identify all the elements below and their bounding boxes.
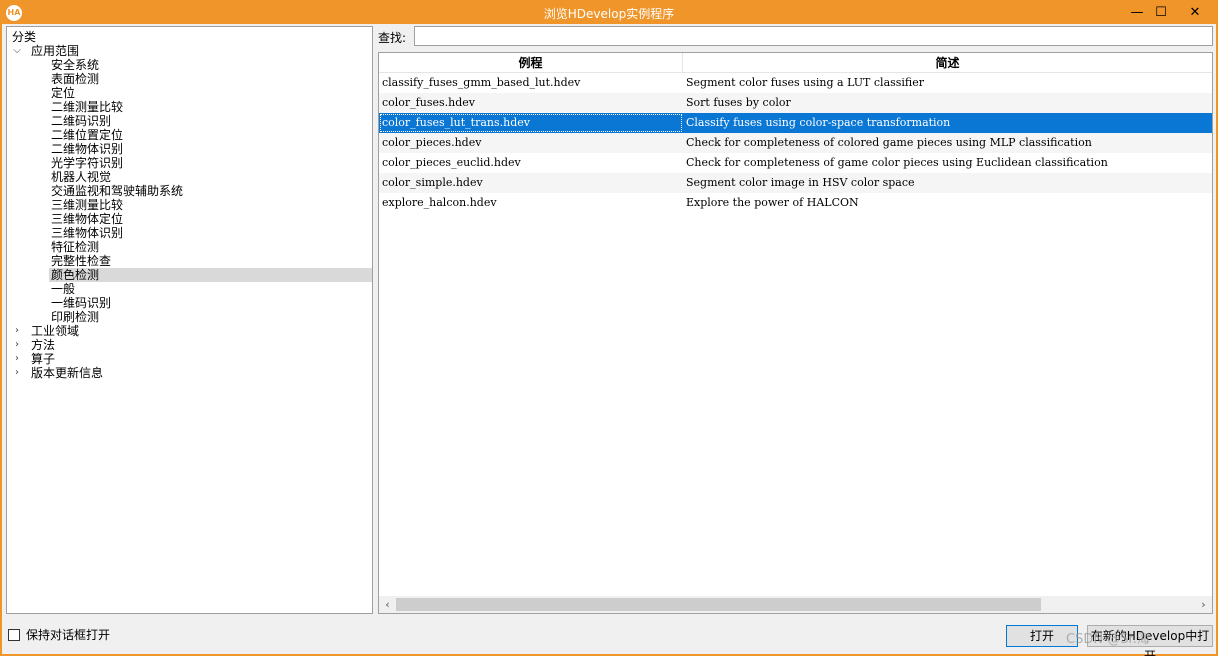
chevron-right-icon[interactable]: ›	[12, 338, 22, 352]
table-row[interactable]: color_fuses_lut_trans.hdev Classify fuses…	[379, 113, 1212, 133]
tree-node[interactable]: › 算子	[12, 352, 372, 366]
table-row[interactable]: classify_fuses_gmm_based_lut.hdev Segment…	[379, 73, 1212, 93]
example-description: Check for completeness of colored game p…	[686, 136, 1092, 149]
tree-item[interactable]: 颜色检测	[49, 268, 372, 282]
tree-item-label: 二维位置定位	[51, 128, 124, 142]
search-label: 查找:	[378, 31, 407, 45]
category-tree[interactable]: 分类 ⌵ 应用范围 安全系统 表面检测 定位 二维测量比较 二维码识别 二维位置定位 二维物…	[6, 26, 373, 614]
scroll-left-icon[interactable]: ‹	[379, 596, 396, 613]
example-description: Explore the power of HALCON	[686, 196, 859, 209]
example-description: Classify fuses using color-space transfo…	[686, 116, 951, 129]
tree-item-label: 二维测量比较	[51, 100, 124, 114]
keep-open-label: 保持对话框打开	[26, 628, 111, 642]
example-file-name: color_pieces.hdev	[382, 136, 482, 149]
tree-item[interactable]: 三维物体定位	[49, 212, 372, 226]
tree-item-label: 三维物体识别	[51, 226, 124, 240]
tree-item-label: 特征检测	[51, 240, 100, 254]
tree-node[interactable]: › 方法	[12, 338, 372, 352]
example-description: Segment color image in HSV color space	[686, 176, 915, 189]
tree-node[interactable]: › 版本更新信息	[12, 366, 372, 380]
tree-item[interactable]: 完整性检查	[49, 254, 372, 268]
window-title: 浏览HDevelop实例程序	[543, 7, 675, 21]
tree-node-label: 方法	[31, 338, 56, 352]
chevron-right-icon[interactable]: ›	[12, 324, 22, 338]
example-file-name: explore_halcon.hdev	[382, 196, 497, 209]
table-row[interactable]: color_simple.hdev Segment color image in …	[379, 173, 1212, 193]
table-row[interactable]: color_fuses.hdev Sort fuses by color	[379, 93, 1212, 113]
example-description: Check for completeness of game color pie…	[686, 156, 1108, 169]
chevron-down-icon[interactable]: ⌵	[12, 44, 22, 58]
tree-item-label: 一般	[51, 282, 76, 296]
scroll-right-icon[interactable]: ›	[1195, 596, 1212, 613]
tree-item[interactable]: 机器人视觉	[49, 170, 372, 184]
tree-item[interactable]: 二维测量比较	[49, 100, 372, 114]
tree-node[interactable]: › 工业领域	[12, 324, 372, 338]
tree-item-label: 二维物体识别	[51, 142, 124, 156]
tree-item-label: 表面检测	[51, 72, 100, 86]
tree-item[interactable]: 一维码识别	[49, 296, 372, 310]
table-row[interactable]: explore_halcon.hdev Explore the power of …	[379, 193, 1212, 213]
tree-item-label: 三维物体定位	[51, 212, 124, 226]
tree-item[interactable]: 定位	[49, 86, 372, 100]
tree-item-label: 完整性检查	[51, 254, 112, 268]
keep-open-checkbox[interactable]	[8, 629, 20, 641]
tree-node-label: 版本更新信息	[31, 366, 104, 380]
example-file-name: color_fuses_lut_trans.hdev	[379, 113, 683, 133]
tree-node-label: 应用范围	[31, 44, 80, 58]
chevron-right-icon[interactable]: ›	[12, 366, 22, 380]
tree-item-label: 安全系统	[51, 58, 100, 72]
tree-node-label: 算子	[31, 352, 56, 366]
tree-item[interactable]: 三维测量比较	[49, 198, 372, 212]
tree-item[interactable]: 二维位置定位	[49, 128, 372, 142]
maximize-button[interactable]: ☐	[1148, 2, 1174, 24]
tree-item[interactable]: 特征检测	[49, 240, 372, 254]
scrollbar-thumb[interactable]	[396, 598, 1041, 611]
tree-item[interactable]: 光学字符识别	[49, 156, 372, 170]
tree-item[interactable]: 二维码识别	[49, 114, 372, 128]
table-header: 例程 简述	[379, 53, 1212, 73]
tree-node-label: 工业领域	[31, 324, 80, 338]
example-file-name: color_simple.hdev	[382, 176, 483, 189]
minimize-button[interactable]: —	[1124, 2, 1150, 24]
tree-item-label: 三维测量比较	[51, 198, 124, 212]
tree-item-label: 颜色检测	[51, 268, 100, 282]
examples-table[interactable]: 例程 简述 classify_fuses_gmm_based_lut.hdev S…	[378, 52, 1213, 614]
search-input[interactable]	[414, 26, 1213, 46]
tree-item-label: 印刷检测	[51, 310, 100, 324]
example-description: Segment color fuses using a LUT classifi…	[686, 76, 925, 89]
tree-item[interactable]: 三维物体识别	[49, 226, 372, 240]
example-file-name: color_fuses.hdev	[382, 96, 475, 109]
example-file-name: classify_fuses_gmm_based_lut.hdev	[382, 76, 581, 89]
table-row[interactable]: color_pieces.hdev Check for completeness …	[379, 133, 1212, 153]
tree-item[interactable]: 交通监视和驾驶辅助系统	[49, 184, 372, 198]
table-row[interactable]: color_pieces_euclid.hdev Check for comple…	[379, 153, 1212, 173]
tree-item-label: 二维码识别	[51, 114, 112, 128]
close-button[interactable]: ✕	[1182, 2, 1208, 24]
tree-item[interactable]: 印刷检测	[49, 310, 372, 324]
column-header-example[interactable]: 例程	[379, 53, 683, 73]
tree-item-label: 一维码识别	[51, 296, 112, 310]
chevron-right-icon[interactable]: ›	[12, 352, 22, 366]
horizontal-scrollbar[interactable]: ‹ ›	[379, 596, 1212, 613]
column-header-description[interactable]: 简述	[683, 53, 1212, 73]
example-file-name: color_pieces_euclid.hdev	[382, 156, 521, 169]
tree-item-label: 机器人视觉	[51, 170, 112, 184]
tree-item-label: 光学字符识别	[51, 156, 124, 170]
title-bar[interactable]: HA 浏览HDevelop实例程序 — ☐ ✕	[2, 2, 1216, 24]
watermark-text: CSDN @Sr.海	[1066, 632, 1150, 647]
tree-item[interactable]: 一般	[49, 282, 372, 296]
tree-item[interactable]: 表面检测	[49, 72, 372, 86]
tree-item-label: 定位	[51, 86, 76, 100]
example-description: Sort fuses by color	[686, 96, 791, 109]
tree-node-application-range[interactable]: ⌵ 应用范围	[12, 44, 372, 58]
tree-header: 分类	[12, 30, 37, 44]
tree-item[interactable]: 二维物体识别	[49, 142, 372, 156]
tree-item[interactable]: 安全系统	[49, 58, 372, 72]
tree-item-label: 交通监视和驾驶辅助系统	[51, 184, 184, 198]
